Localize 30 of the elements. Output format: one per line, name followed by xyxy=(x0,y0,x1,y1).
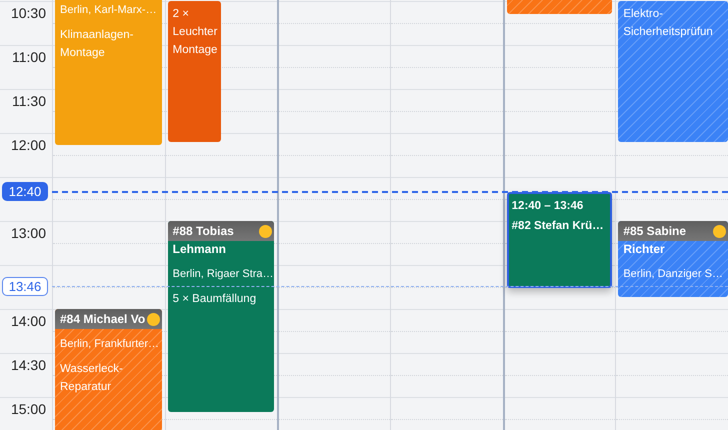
event-title: #82 Stefan Krü… xyxy=(512,218,604,234)
event-task: Elektro-Sicherheitsprüfun xyxy=(623,7,714,40)
event-address: Berlin, Frankfurter… xyxy=(60,337,160,352)
time-label: 11:30 xyxy=(12,93,46,109)
event-address: Berlin, Karl-Marx-… xyxy=(60,2,157,18)
event-card[interactable]: #85 Sabine Richter Berlin, Danziger S… xyxy=(618,221,728,298)
event-card[interactable]: 2 × Leuchter Montage xyxy=(168,1,222,142)
cursor-time-badge: 13:46 xyxy=(2,277,48,296)
event-task: 5 × Baumfällung xyxy=(172,292,256,307)
time-label: 13:00 xyxy=(10,225,46,241)
event-card[interactable]: Elektro-Sicherheitsprüfun xyxy=(618,1,728,142)
event-card[interactable]: #84 Michael Vo Berlin, Frankfurter… Wasserleck-Reparatur xyxy=(55,309,162,430)
event-address: Berlin, Rigaer Stra… xyxy=(172,267,274,282)
current-time-badge: 12:40 xyxy=(2,182,48,201)
event-card[interactable]: 12:40 – 13:46 #82 Stefan Krü… xyxy=(506,192,612,288)
event-address: Berlin, Danziger S… xyxy=(623,267,723,282)
event-task: 2 × Leuchter Montage xyxy=(172,7,218,58)
event-title: #88 Tobias Lehmann xyxy=(172,223,235,258)
event-title: #84 Michael Vo xyxy=(60,311,146,328)
event-title: #85 Sabine Richter xyxy=(623,223,688,258)
time-label: 10:30 xyxy=(10,5,46,21)
time-label: 11:00 xyxy=(12,49,46,65)
event-task: Klimaanlagen-Montage xyxy=(60,28,135,61)
time-label: 15:00 xyxy=(10,401,46,417)
time-label: 12:00 xyxy=(10,137,46,153)
event-card[interactable]: #88 Tobias Lehmann Berlin, Rigaer Stra… 5 × Baumfällung xyxy=(168,221,274,412)
event-time: 12:40 – 13:46 xyxy=(512,198,584,214)
time-label: 14:00 xyxy=(10,313,46,329)
time-label: 14:30 xyxy=(10,357,46,373)
event-task: Wasserleck-Reparatur xyxy=(60,362,124,395)
